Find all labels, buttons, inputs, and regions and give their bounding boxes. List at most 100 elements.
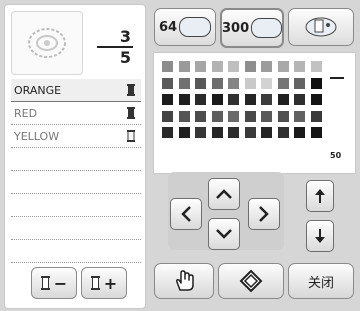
color-swatch[interactable] (211, 61, 223, 72)
color-swatch[interactable] (310, 110, 322, 122)
grid-top-marker (330, 77, 344, 79)
color-swatch[interactable] (195, 94, 206, 105)
design-thumbnail (11, 11, 83, 75)
color-swatch[interactable] (261, 110, 272, 122)
color-swatch[interactable] (178, 127, 190, 138)
color-swatch[interactable] (310, 77, 322, 89)
scroll-down-button[interactable] (306, 220, 334, 252)
remove-thread-button[interactable]: − (31, 267, 77, 299)
thread-list-empty-row (11, 171, 141, 194)
left-button[interactable] (170, 198, 202, 230)
scroll-down-icon (315, 229, 325, 243)
color-swatch[interactable] (310, 127, 322, 138)
up-button[interactable] (208, 178, 240, 210)
color-swatch[interactable] (228, 61, 239, 72)
color-swatch[interactable] (228, 110, 239, 122)
color-counter: 3 5 (97, 27, 133, 67)
color-swatch[interactable] (195, 127, 206, 138)
spool-outline-icon (127, 130, 135, 142)
color-swatch[interactable] (294, 110, 305, 122)
thread-label: YELLOW (14, 129, 60, 143)
palette-300-button[interactable]: 300 (220, 8, 284, 48)
color-swatch[interactable] (261, 94, 272, 105)
apply-button[interactable] (218, 263, 284, 299)
thread-item-orange[interactable]: ORANGE (11, 79, 141, 102)
left-panel: 3 5 ORANGE RED YELLOW − + (4, 4, 146, 309)
thread-list-empty-row (11, 217, 141, 240)
thread-chart-icon (251, 18, 282, 38)
color-swatch[interactable] (178, 61, 190, 72)
color-swatch[interactable] (261, 61, 272, 72)
color-swatch[interactable] (211, 94, 223, 105)
thread-chart-icon (179, 17, 212, 37)
counter-current: 3 (97, 27, 133, 48)
color-swatch[interactable] (261, 127, 272, 138)
color-swatch[interactable] (244, 77, 256, 89)
color-swatch[interactable] (244, 127, 256, 138)
thread-label: RED (14, 106, 38, 120)
color-swatch[interactable] (294, 77, 305, 89)
embroidery-design-icon (28, 28, 66, 58)
color-swatch[interactable] (211, 110, 223, 122)
color-swatch[interactable] (162, 61, 173, 72)
color-swatch[interactable] (277, 77, 289, 89)
color-swatch[interactable] (162, 94, 173, 105)
chevron-right-icon (259, 206, 269, 222)
color-swatch[interactable] (178, 77, 190, 89)
color-swatch[interactable] (277, 94, 289, 105)
spool-icon (127, 107, 135, 119)
custom-palette-button[interactable] (288, 8, 354, 46)
color-swatch[interactable] (211, 77, 223, 89)
palette-64-button[interactable]: 64 (154, 8, 216, 46)
palette-64-count: 64 (158, 19, 178, 35)
color-swatch[interactable] (277, 61, 289, 72)
color-swatch[interactable] (294, 127, 305, 138)
spool-icon (127, 84, 135, 96)
color-swatch[interactable] (195, 61, 206, 72)
color-swatch[interactable] (178, 110, 190, 122)
thread-list-empty-row (11, 240, 141, 263)
color-swatch[interactable] (162, 110, 173, 122)
color-swatch[interactable] (310, 61, 322, 72)
color-swatch[interactable] (162, 77, 173, 89)
color-swatch[interactable] (228, 77, 239, 89)
color-swatch[interactable] (228, 94, 239, 105)
color-swatch[interactable] (244, 61, 256, 72)
color-swatch[interactable] (261, 77, 272, 89)
close-label: 关闭 (307, 275, 334, 291)
color-swatch[interactable] (294, 94, 305, 105)
color-grid-panel: 50 (153, 52, 356, 174)
thread-item-yellow[interactable]: YELLOW (11, 125, 141, 148)
color-swatch[interactable] (162, 127, 173, 138)
scroll-up-icon (315, 189, 325, 203)
color-swatch[interactable] (195, 110, 206, 122)
color-swatch[interactable] (195, 77, 206, 89)
counter-total: 5 (119, 48, 131, 67)
remove-label: − (53, 273, 68, 293)
color-swatch[interactable] (277, 110, 289, 122)
down-button[interactable] (208, 218, 240, 250)
diamond-icon (239, 269, 263, 293)
color-swatch[interactable] (228, 127, 239, 138)
scroll-up-button[interactable] (306, 180, 334, 212)
color-swatch[interactable] (310, 94, 322, 105)
color-swatch[interactable] (294, 61, 305, 72)
hand-button[interactable] (154, 263, 214, 299)
color-swatch[interactable] (211, 127, 223, 138)
hand-icon (176, 270, 194, 291)
color-swatch[interactable] (178, 94, 190, 105)
right-button[interactable] (248, 198, 280, 230)
color-swatch[interactable] (244, 110, 256, 122)
palette-300-count: 300 (222, 20, 250, 36)
chevron-up-icon (216, 189, 232, 199)
color-swatch[interactable] (277, 127, 289, 138)
color-swatch[interactable] (244, 94, 256, 105)
thread-label: ORANGE (14, 83, 62, 97)
spool-icon (90, 276, 100, 290)
thread-item-red[interactable]: RED (11, 102, 141, 125)
spool-icon (40, 276, 50, 290)
add-thread-button[interactable]: + (81, 267, 127, 299)
chevron-down-icon (216, 229, 232, 239)
thread-list: ORANGE RED YELLOW (11, 79, 141, 263)
close-button[interactable]: 关闭 (288, 263, 354, 299)
